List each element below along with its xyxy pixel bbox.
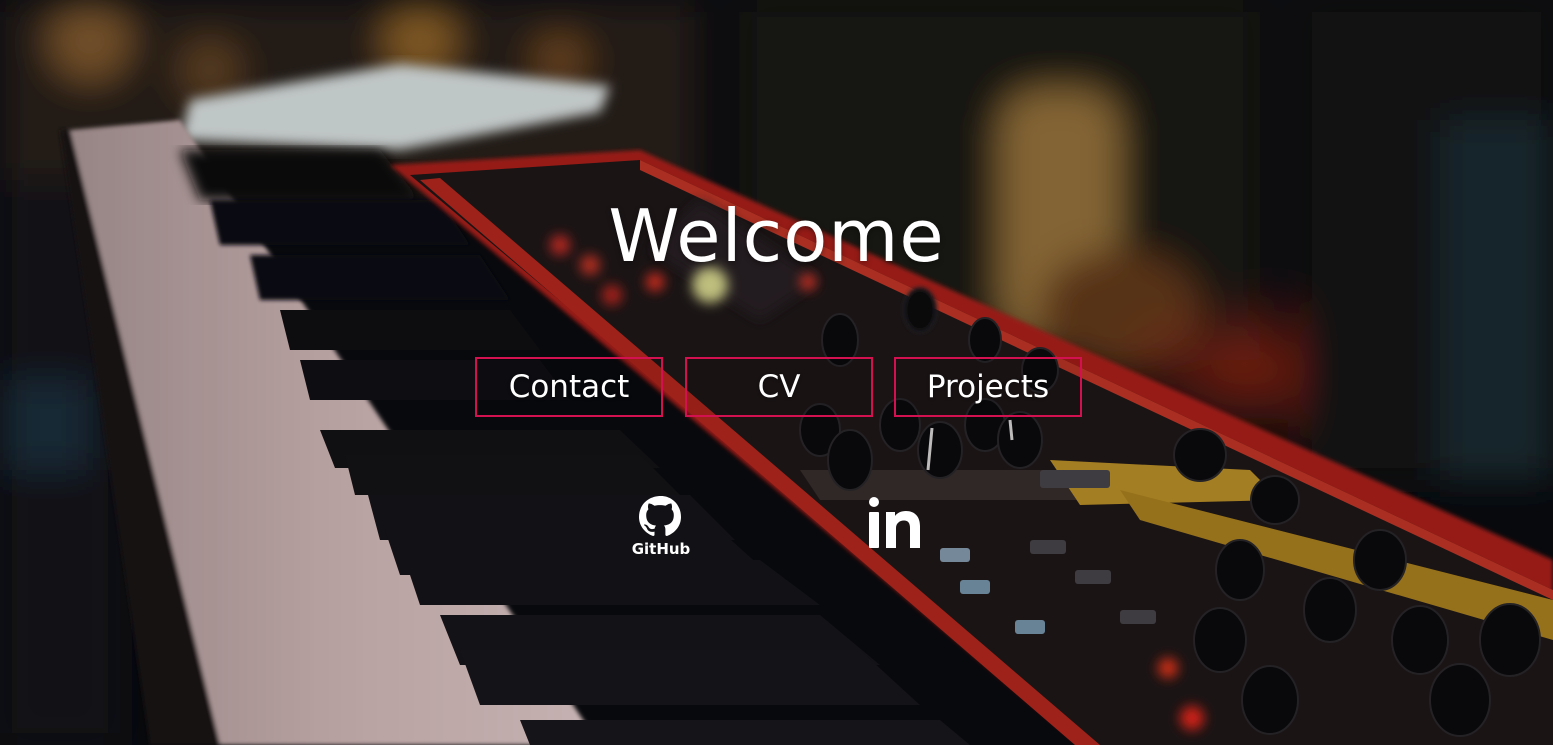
linkedin-icon <box>869 497 920 548</box>
landing-page: Welcome Contact CV Projects GitHub <box>0 0 1553 745</box>
github-label: GitHub <box>632 540 691 558</box>
page-title: Welcome <box>608 194 945 278</box>
contact-button[interactable]: Contact <box>475 357 663 417</box>
cv-button[interactable]: CV <box>685 357 873 417</box>
linkedin-link[interactable] <box>862 492 928 552</box>
projects-button[interactable]: Projects <box>894 357 1082 417</box>
github-icon: GitHub <box>632 496 691 558</box>
github-link[interactable]: GitHub <box>628 492 694 558</box>
main-nav: Contact CV Projects <box>475 357 1085 417</box>
